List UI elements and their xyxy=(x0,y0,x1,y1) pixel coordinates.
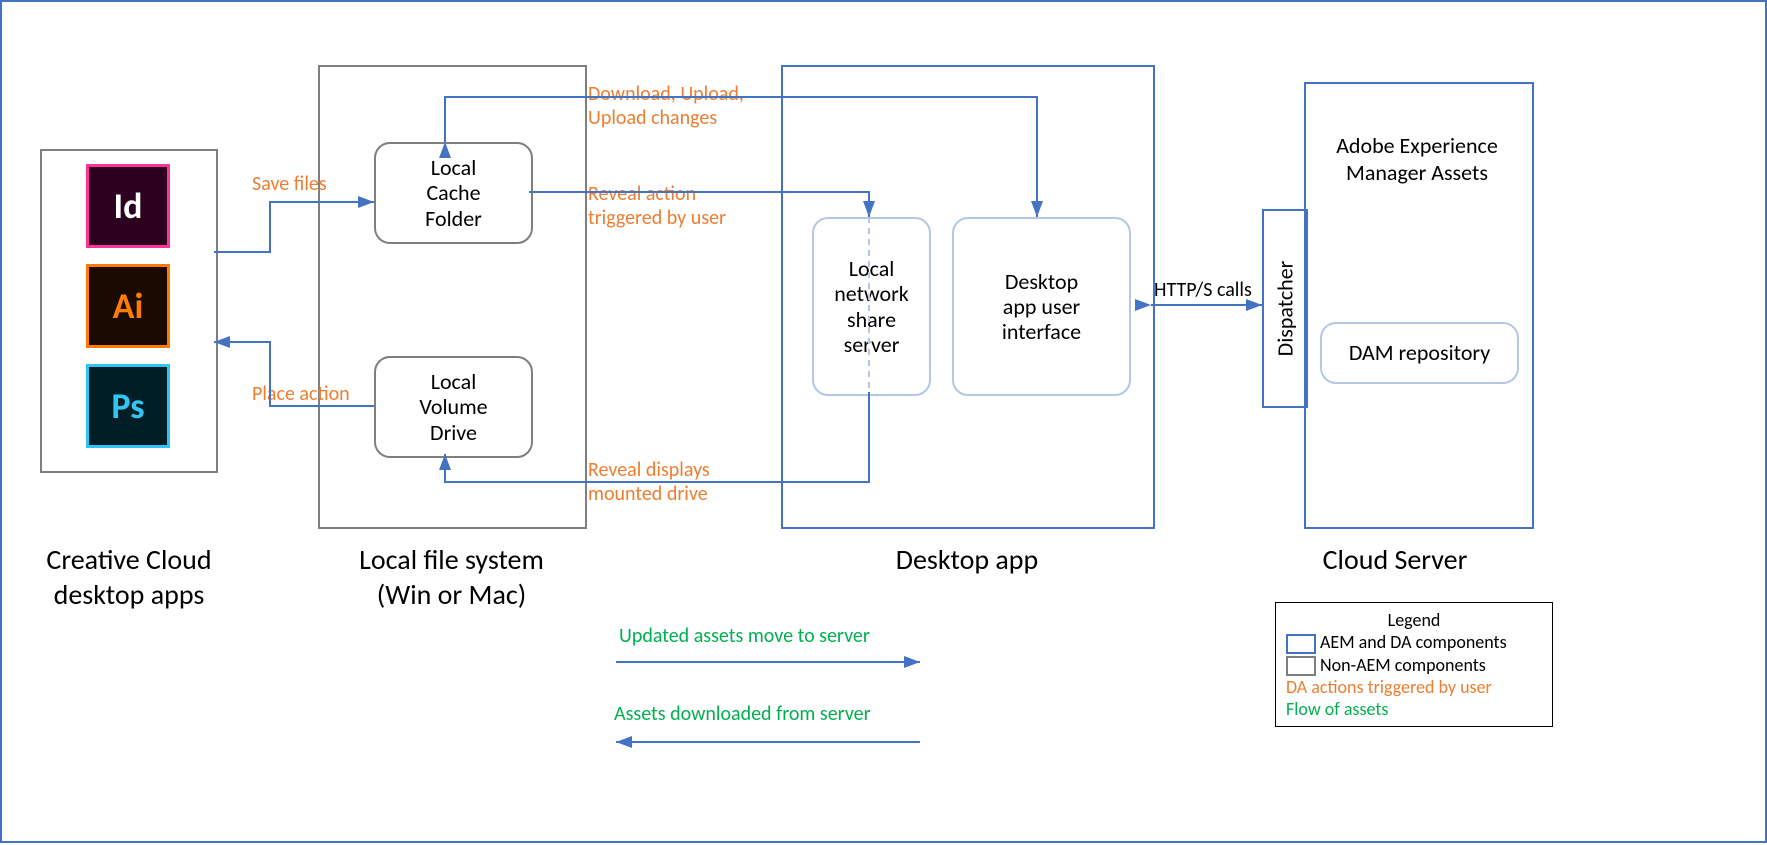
app-ui-node: Desktop app user interface xyxy=(952,217,1131,396)
illustrator-icon: Ai xyxy=(86,264,170,348)
legend-title: Legend xyxy=(1286,609,1542,631)
place-action-label: Place action xyxy=(252,382,350,406)
blue-swatch-icon xyxy=(1286,634,1316,654)
save-text: Save files xyxy=(252,172,327,196)
legend-aem-row: AEM and DA components xyxy=(1286,631,1542,654)
dispatcher-node: Dispatcher xyxy=(1262,209,1308,408)
volume-drive-node: Local Volume Drive xyxy=(374,356,533,458)
downloaded-text: Assets downloaded from server xyxy=(614,702,871,726)
dam-repo-node: DAM repository xyxy=(1320,322,1519,384)
cc-title-text: Creative Cloud desktop apps xyxy=(46,542,211,612)
share-server-node: Local network share server xyxy=(812,217,931,396)
reveal-user-label: Reveal action triggered by user xyxy=(588,182,726,230)
da-title-text: Desktop app xyxy=(896,542,1038,577)
legend-nonaem-row: Non-AEM components xyxy=(1286,654,1542,677)
gray-swatch-icon xyxy=(1286,656,1316,676)
place-text: Place action xyxy=(252,382,350,406)
updated-assets-label: Updated assets move to server xyxy=(619,624,870,648)
legend-box: Legend AEM and DA components Non-AEM com… xyxy=(1275,602,1553,727)
share-label: Local network share server xyxy=(834,256,909,357)
dispatcher-label: Dispatcher xyxy=(1272,261,1299,357)
cs-title: Cloud Server xyxy=(1250,542,1540,577)
http-calls-label: HTTP/S calls xyxy=(1154,278,1252,302)
dl-text: Download, Upload, Upload changes xyxy=(588,82,744,130)
aem-title-text: Adobe Experience Manager Assets xyxy=(1336,132,1498,186)
reveal-mount-text: Reveal displays mounted drive xyxy=(588,458,710,506)
legend-flow-text: Flow of assets xyxy=(1286,698,1388,720)
photoshop-icon: Ps xyxy=(86,364,170,448)
ui-label: Desktop app user interface xyxy=(1002,269,1081,345)
legend-title-text: Legend xyxy=(1388,609,1441,631)
diagram-canvas: Id Ai Ps Creative Cloud desktop apps Loc… xyxy=(0,0,1767,843)
volume-label: Local Volume Drive xyxy=(419,369,487,445)
legend-da-text: DA actions triggered by user xyxy=(1286,676,1492,698)
save-files-label: Save files xyxy=(252,172,327,196)
illustrator-label: Ai xyxy=(113,284,144,328)
reveal-user-text: Reveal action triggered by user xyxy=(588,182,726,230)
legend-nonaem-text: Non-AEM components xyxy=(1320,654,1486,676)
indesign-label: Id xyxy=(114,184,143,228)
legend-aem-text: AEM and DA components xyxy=(1320,631,1507,653)
photoshop-label: Ps xyxy=(111,384,144,428)
fs-title: Local file system (Win or Mac) xyxy=(304,542,599,612)
legend-da-row: DA actions triggered by user xyxy=(1286,676,1542,698)
indesign-icon: Id xyxy=(86,164,170,248)
cache-label: Local Cache Folder xyxy=(425,155,482,231)
dam-label: DAM repository xyxy=(1349,340,1490,365)
fs-title-text: Local file system (Win or Mac) xyxy=(359,542,544,612)
cc-title: Creative Cloud desktop apps xyxy=(24,542,234,612)
legend-flow-row: Flow of assets xyxy=(1286,698,1542,720)
http-text: HTTP/S calls xyxy=(1154,278,1252,302)
reveal-mount-label: Reveal displays mounted drive xyxy=(588,458,710,506)
cs-title-text: Cloud Server xyxy=(1323,542,1468,577)
updated-text: Updated assets move to server xyxy=(619,624,870,648)
downloaded-assets-label: Assets downloaded from server xyxy=(614,702,871,726)
cache-folder-node: Local Cache Folder xyxy=(374,142,533,244)
fs-group xyxy=(318,65,587,529)
aem-title: Adobe Experience Manager Assets xyxy=(1304,132,1530,186)
download-upload-label: Download, Upload, Upload changes xyxy=(588,82,744,130)
da-title: Desktop app xyxy=(837,542,1097,577)
